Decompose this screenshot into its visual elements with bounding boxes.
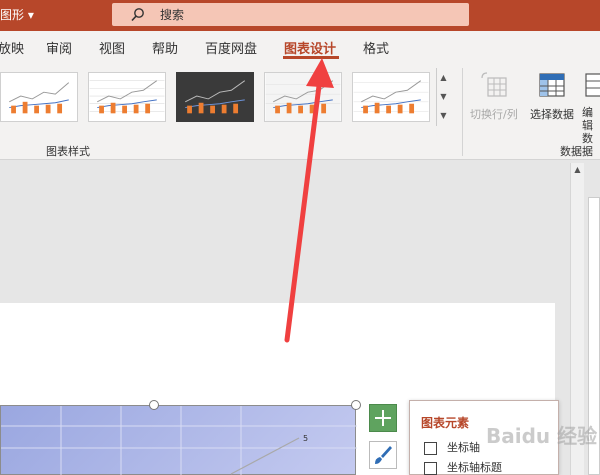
scroll-up-icon[interactable]: ▲ bbox=[571, 163, 584, 177]
checkbox-axis-titles-label: 坐标轴标题 bbox=[447, 461, 502, 474]
checkbox-axes-label: 坐标轴 bbox=[447, 441, 480, 454]
tab-view[interactable]: 视图 bbox=[99, 38, 125, 57]
chart-style-5[interactable] bbox=[352, 72, 430, 122]
gallery-up-icon[interactable]: ▲ bbox=[437, 68, 450, 87]
checkbox-icon[interactable] bbox=[424, 461, 437, 475]
select-data-button[interactable]: 选择数据 bbox=[530, 70, 574, 122]
gallery-down-icon[interactable]: ▼ bbox=[437, 87, 450, 106]
watermark: Baidu 经验 bbox=[486, 424, 598, 448]
chart-style-1[interactable] bbox=[0, 72, 78, 122]
chart-styles-group-label: 图表样式 bbox=[46, 145, 90, 158]
style-gallery-scroll[interactable]: ▲ ▼ ▼ bbox=[436, 68, 450, 126]
ribbon-separator bbox=[462, 68, 463, 156]
select-data-icon bbox=[539, 73, 565, 97]
tab-chart-design[interactable]: 图表设计 bbox=[284, 38, 336, 57]
chart-style-2[interactable] bbox=[88, 72, 166, 122]
checkbox-axes[interactable]: 坐标轴 bbox=[424, 439, 480, 455]
search-icon bbox=[131, 8, 144, 22]
data-group-label: 数据 bbox=[560, 145, 582, 158]
edit-data-button[interactable]: 编辑数据 bbox=[582, 70, 600, 158]
edit-data-label: 编辑数据 bbox=[582, 106, 593, 158]
tab-baidu-netdisk[interactable]: 百度网盘 bbox=[205, 38, 257, 57]
select-data-label: 选择数据 bbox=[530, 108, 574, 121]
checkbox-axis-titles[interactable]: 坐标轴标题 bbox=[424, 459, 502, 475]
tab-help[interactable]: 帮助 bbox=[152, 38, 178, 57]
app-title[interactable]: 图形 ▾ bbox=[0, 6, 34, 23]
plus-icon bbox=[375, 410, 391, 426]
tab-review[interactable]: 审阅 bbox=[46, 38, 72, 57]
active-tab-indicator bbox=[283, 56, 339, 59]
switch-row-column-button[interactable]: 切换行/列 bbox=[470, 70, 518, 122]
gallery-more-icon[interactable]: ▼ bbox=[437, 106, 450, 125]
search-input[interactable]: 搜索 bbox=[160, 6, 184, 23]
chart-elements-button[interactable] bbox=[369, 404, 397, 432]
edit-data-icon bbox=[585, 73, 600, 97]
search-box[interactable]: 搜索 bbox=[112, 3, 469, 26]
flyout-title: 图表元素 bbox=[421, 416, 470, 430]
paintbrush-icon bbox=[375, 446, 392, 464]
chart-style-4[interactable] bbox=[264, 72, 342, 122]
tab-slideshow[interactable]: 放映 bbox=[0, 38, 24, 57]
switch-row-column-icon bbox=[481, 72, 507, 97]
resize-handle-top-right[interactable] bbox=[351, 400, 361, 410]
chart-data-label: 5 bbox=[303, 434, 309, 443]
tab-format[interactable]: 格式 bbox=[363, 38, 389, 57]
resize-handle-top[interactable] bbox=[149, 400, 159, 410]
switch-row-column-label: 切换行/列 bbox=[470, 108, 518, 121]
checkbox-icon[interactable] bbox=[424, 441, 437, 455]
chart-styles-button[interactable] bbox=[369, 441, 397, 469]
chart-style-3[interactable] bbox=[176, 72, 254, 122]
title-bar: 图形 ▾ 搜索 bbox=[0, 0, 600, 31]
